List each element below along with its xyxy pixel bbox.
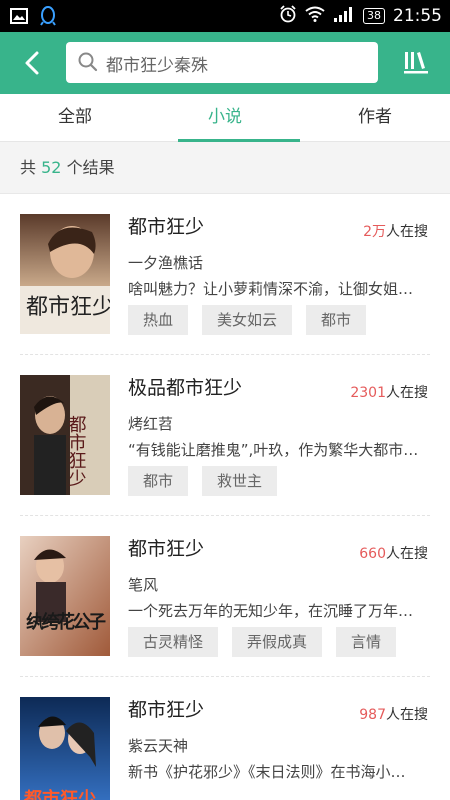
book-description: 一个死去万年的无知少年，在沉睡了万年… bbox=[128, 602, 414, 620]
book-description: 啥叫魅力？让小萝莉情深不渝，让御女姐… bbox=[128, 280, 414, 298]
cover-title: 都市狂少 bbox=[66, 415, 87, 487]
result-count: 共 52 个结果 bbox=[0, 142, 450, 194]
result-count-suffix: 个结果 bbox=[66, 158, 115, 177]
book-author: 烤红苕 bbox=[128, 415, 174, 433]
bookshelf-button[interactable] bbox=[404, 50, 428, 78]
genre-tag[interactable]: 言情 bbox=[336, 627, 397, 657]
genre-tag[interactable]: 都市 bbox=[306, 305, 367, 335]
qq-notification-icon bbox=[40, 6, 56, 30]
tab-novels[interactable]: 小说 bbox=[150, 94, 300, 142]
search-count: 987 bbox=[359, 707, 386, 723]
gallery-notification-icon bbox=[10, 8, 28, 28]
battery-indicator: 38 bbox=[363, 8, 385, 24]
book-author: 紫云天神 bbox=[128, 737, 189, 755]
book-cover: 纨绔花公子 bbox=[20, 536, 110, 656]
search-heat-suffix: 人在搜 bbox=[386, 546, 428, 562]
search-heat-suffix: 人在搜 bbox=[386, 707, 428, 723]
search-heat: 2301人在搜 bbox=[350, 382, 428, 402]
cover-title: 纨绔花公子 bbox=[26, 611, 106, 633]
book-list-item[interactable]: 都市狂少 都市狂少 987人在搜 紫云天神 新书《护花邪少》《末日法则》在书海小… bbox=[20, 677, 430, 800]
clock: 21:55 bbox=[393, 6, 442, 26]
genre-tag[interactable]: 热血 bbox=[128, 305, 189, 335]
book-cover: 都市狂少 bbox=[20, 214, 110, 334]
tag-list: 热血 美女如云 都市 bbox=[128, 305, 367, 335]
tag-list: 都市 救世主 bbox=[128, 466, 278, 496]
book-author: 一夕渔樵话 bbox=[128, 254, 204, 272]
app-header: 都市狂少秦殊 bbox=[0, 32, 450, 94]
book-title: 都市狂少 bbox=[128, 538, 205, 560]
book-title: 极品都市狂少 bbox=[128, 377, 243, 399]
search-count: 660 bbox=[359, 546, 386, 562]
book-description: “有钱能让磨推鬼”,叶玖，作为繁华大都市… bbox=[128, 441, 419, 459]
cover-title: 都市狂少 bbox=[26, 295, 110, 320]
tag-list: 古灵精怪 弄假成真 言情 bbox=[128, 627, 397, 657]
status-bar: 38 21:55 bbox=[0, 0, 450, 32]
book-description: 新书《护花邪少》《末日法则》在书海小… bbox=[128, 763, 406, 781]
bookshelf-icon bbox=[404, 52, 428, 74]
result-count-number: 52 bbox=[41, 158, 62, 177]
genre-tag[interactable]: 弄假成真 bbox=[232, 627, 323, 657]
signal-icon bbox=[333, 6, 355, 26]
search-icon bbox=[78, 52, 98, 76]
result-count-prefix: 共 bbox=[20, 158, 37, 177]
book-list: 都市狂少 都市狂少 2万人在搜 一夕渔樵话 啥叫魅力？让小萝莉情深不渝，让御女姐… bbox=[0, 194, 450, 800]
search-count: 2301 bbox=[350, 385, 386, 401]
tab-all[interactable]: 全部 bbox=[0, 94, 150, 141]
book-title: 都市狂少 bbox=[128, 216, 205, 238]
search-query-text: 都市狂少秦殊 bbox=[106, 56, 208, 76]
genre-tag[interactable]: 救世主 bbox=[202, 466, 278, 496]
book-author: 笔风 bbox=[128, 576, 159, 594]
tab-authors[interactable]: 作者 bbox=[300, 94, 450, 141]
search-heat-suffix: 人在搜 bbox=[386, 385, 428, 401]
search-heat-suffix: 人在搜 bbox=[386, 224, 428, 240]
book-list-item[interactable]: 纨绔花公子 都市狂少 660人在搜 笔风 一个死去万年的无知少年，在沉睡了万年…… bbox=[20, 516, 430, 677]
chevron-left-icon bbox=[25, 51, 39, 75]
genre-tag[interactable]: 美女如云 bbox=[202, 305, 293, 335]
book-list-item[interactable]: 都市狂少 极品都市狂少 2301人在搜 烤红苕 “有钱能让磨推鬼”,叶玖，作为繁… bbox=[20, 355, 430, 516]
search-heat: 660人在搜 bbox=[359, 543, 428, 563]
tab-bar: 全部 小说 作者 bbox=[0, 94, 450, 142]
book-cover: 都市狂少 bbox=[20, 375, 110, 495]
wifi-icon bbox=[305, 6, 325, 26]
cover-title: 都市狂少 bbox=[23, 788, 96, 800]
genre-tag[interactable]: 都市 bbox=[128, 466, 189, 496]
book-cover: 都市狂少 bbox=[20, 697, 110, 800]
book-title: 都市狂少 bbox=[128, 699, 205, 721]
book-list-item[interactable]: 都市狂少 都市狂少 2万人在搜 一夕渔樵话 啥叫魅力？让小萝莉情深不渝，让御女姐… bbox=[20, 194, 430, 355]
search-heat: 987人在搜 bbox=[359, 704, 428, 724]
search-heat: 2万人在搜 bbox=[363, 221, 428, 241]
alarm-icon bbox=[279, 5, 297, 27]
genre-tag[interactable]: 古灵精怪 bbox=[128, 627, 219, 657]
search-count: 2万 bbox=[363, 224, 386, 240]
back-button[interactable] bbox=[18, 48, 48, 78]
search-input[interactable]: 都市狂少秦殊 bbox=[66, 42, 378, 83]
